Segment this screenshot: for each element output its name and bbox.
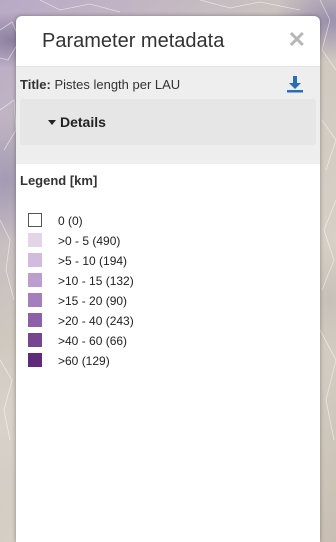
panel-title: Parameter metadata <box>42 30 225 52</box>
title-value: Pistes length per LAU <box>54 77 181 92</box>
metadata-section: Title: Pistes length per LAU Details <box>16 67 320 164</box>
legend-label: >0 - 5 (490) <box>58 234 121 248</box>
legend-label: >20 - 40 (243) <box>58 314 134 328</box>
legend-swatch <box>28 253 42 267</box>
legend-swatch <box>28 273 42 287</box>
legend-label: >60 (129) <box>58 354 110 368</box>
legend-swatch <box>28 233 42 247</box>
legend-swatch <box>28 213 42 227</box>
metadata-title-row: Title: Pistes length per LAU <box>16 75 320 99</box>
legend-swatch <box>28 313 42 327</box>
legend-label: >15 - 20 (90) <box>58 294 128 308</box>
title-key-label: Title: <box>20 77 51 92</box>
panel-header: Parameter metadata ✕ <box>16 16 320 67</box>
legend-label: >40 - 60 (66) <box>58 334 128 348</box>
legend-swatch <box>28 333 42 347</box>
legend-label: >10 - 15 (132) <box>58 274 134 288</box>
details-collapsible: Details <box>20 99 316 145</box>
parameter-metadata-panel: Parameter metadata ✕ Title: Pistes lengt… <box>16 16 320 542</box>
legend-label: >5 - 10 (194) <box>58 254 128 268</box>
details-label: Details <box>60 114 106 130</box>
details-toggle[interactable]: Details <box>48 114 106 130</box>
legend-title: Legend [km] <box>20 173 98 188</box>
close-icon[interactable]: ✕ <box>288 27 306 53</box>
legend-swatch <box>28 353 42 367</box>
legend-swatch <box>28 293 42 307</box>
download-icon[interactable] <box>286 75 304 93</box>
legend-label: 0 (0) <box>58 214 83 228</box>
caret-down-icon <box>48 120 56 125</box>
